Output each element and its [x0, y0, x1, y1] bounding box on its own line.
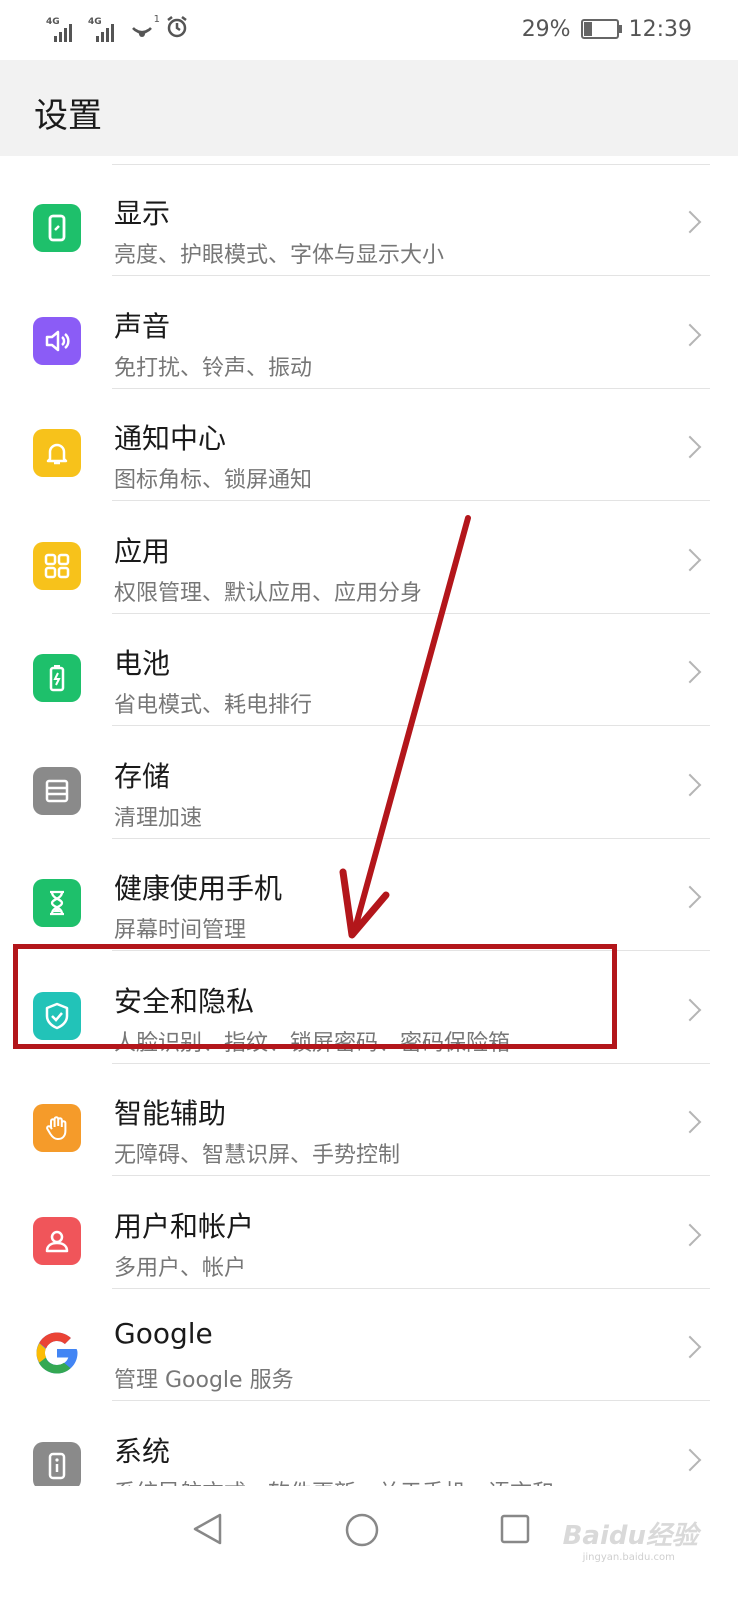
bell-icon	[33, 429, 81, 477]
chevron-right-icon	[678, 435, 702, 459]
settings-item-title: 智能辅助	[114, 1097, 227, 1130]
settings-item-subtitle: 权限管理、默认应用、应用分身	[114, 580, 423, 606]
battery-icon	[580, 19, 622, 39]
signal-icon: 4G	[46, 18, 80, 44]
signal-icon: 4G	[88, 18, 122, 44]
settings-item-subtitle: 亮度、护眼模式、字体与显示大小	[114, 243, 445, 268]
chevron-right-icon	[678, 998, 702, 1021]
chevron-right-icon	[678, 773, 702, 796]
settings-item-subtitle: 省电模式、耗电排行	[114, 693, 313, 718]
settings-item-title: 应用	[114, 534, 171, 568]
settings-item-subtitle: 无障碍、智慧识屏、手势控制	[114, 1143, 401, 1168]
chevron-right-icon	[678, 1335, 702, 1359]
settings-item[interactable]: Google 管理 Google 服务	[0, 1289, 738, 1401]
settings-item-title: 存储	[114, 759, 171, 793]
settings-item[interactable]: 系统系统导航方式、软件更新、关于手机、语言和	[0, 1402, 738, 1487]
settings-item-title: 电池	[114, 647, 171, 680]
settings-item-title: 用户和帐户	[114, 1209, 255, 1243]
status-bar: 4G 4G 1 29% 12:39	[0, 0, 738, 60]
settings-item-subtitle: 多用户、帐户	[114, 1255, 247, 1281]
chevron-right-icon	[678, 323, 702, 346]
display-icon	[33, 204, 81, 252]
chevron-right-icon	[678, 548, 702, 571]
settings-item-title: Google	[114, 1317, 213, 1350]
settings-item[interactable]: 健康使用手机屏幕时间管理	[0, 839, 738, 951]
settings-item[interactable]: 应用权限管理、默认应用、应用分身	[0, 502, 738, 614]
google-icon	[33, 1329, 81, 1377]
battery-icon	[33, 654, 81, 702]
chevron-right-icon	[678, 1110, 702, 1134]
user-icon	[33, 1216, 81, 1265]
watermark: Baidu经验 jingyan.baidu.com	[563, 1515, 698, 1563]
settings-item[interactable]: 存储 清理加速	[0, 727, 738, 839]
settings-item-subtitle: 管理 Google 服务	[114, 1368, 294, 1393]
alarm-icon	[164, 14, 190, 44]
chevron-right-icon	[678, 660, 702, 684]
settings-item-subtitle: 清理加速	[114, 805, 203, 831]
chevron-right-icon	[678, 1448, 702, 1471]
settings-item[interactable]: 电池省电模式、耗电排行	[0, 614, 738, 726]
settings-list[interactable]: 显示亮度、护眼模式、字体与显示大小声音免打扰、铃声、振动通知中心图标角标、锁屏通…	[0, 156, 738, 1486]
settings-item-subtitle: 屏幕时间管理	[114, 918, 247, 943]
highlight-box	[13, 944, 617, 1049]
recents-icon[interactable]	[498, 1512, 532, 1546]
chevron-right-icon	[678, 885, 702, 909]
hourglass-icon	[33, 879, 81, 927]
watermark-brand: Baidu经验	[562, 1521, 698, 1551]
watermark-url: jingyan.baidu.com	[582, 1552, 675, 1563]
settings-item-subtitle: 系统导航方式、软件更新、关于手机、语言和	[114, 1475, 554, 1487]
settings-item-title: 声音	[114, 309, 171, 343]
clock: 12:39	[628, 16, 692, 42]
home-icon[interactable]	[344, 1512, 380, 1548]
settings-item[interactable]: 用户和帐户多用户、帐户	[0, 1177, 738, 1289]
settings-item-title: 显示	[114, 197, 171, 230]
settings-item-subtitle: 免打扰、铃声、振动	[114, 355, 313, 381]
app-bar: 设置	[0, 60, 738, 156]
hand-icon	[33, 1104, 81, 1152]
settings-item-subtitle: 图标角标、锁屏通知	[114, 468, 313, 493]
settings-item-title: 系统	[114, 1434, 171, 1468]
battery-percent: 29%	[521, 16, 571, 42]
storage-icon	[33, 766, 81, 815]
sound-icon	[33, 316, 81, 365]
hotspot-icon: 1	[130, 14, 160, 44]
settings-item-title: 通知中心	[114, 422, 227, 455]
system-info-icon	[33, 1441, 81, 1486]
notification-count: 1	[153, 14, 160, 25]
apps-grid-icon	[33, 541, 81, 590]
page-title: 设置	[34, 96, 102, 136]
settings-item[interactable]: 显示亮度、护眼模式、字体与显示大小	[0, 164, 738, 276]
chevron-right-icon	[678, 1223, 702, 1246]
settings-item[interactable]: 通知中心图标角标、锁屏通知	[0, 389, 738, 501]
back-icon[interactable]	[190, 1512, 224, 1546]
settings-item[interactable]: 智能辅助无障碍、智慧识屏、手势控制	[0, 1064, 738, 1176]
chevron-right-icon	[678, 210, 702, 234]
settings-item-title: 健康使用手机	[114, 872, 283, 905]
settings-item[interactable]: 声音免打扰、铃声、振动	[0, 277, 738, 389]
